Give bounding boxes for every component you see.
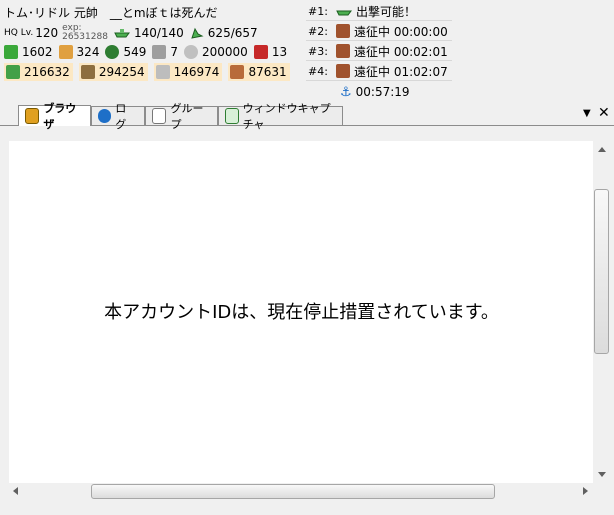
fuel-stat: 216632 — [4, 63, 73, 81]
tab-log[interactable]: ログ — [91, 102, 145, 131]
coin-value: 200000 — [202, 45, 248, 59]
screw-stat: 7 — [152, 45, 178, 59]
exp-value: 26531288 — [62, 32, 108, 42]
suspension-message: 本アカウントIDは、現在停止措置されています。 — [104, 302, 499, 323]
ship-count: 140/140 — [114, 26, 184, 40]
steel-icon — [155, 65, 170, 79]
info-icon — [98, 109, 112, 123]
vertical-scroll-thumb[interactable] — [594, 189, 609, 354]
steel-value: 146974 — [173, 65, 220, 79]
bauxite-value: 87631 — [248, 65, 287, 79]
fleet-number: #2: — [308, 24, 328, 38]
admiral-name: トム･リドル 元帥 — [4, 6, 98, 20]
fleet-number: #3: — [308, 44, 328, 58]
flame-value: 324 — [76, 45, 100, 59]
globe-stat: 549 — [105, 45, 146, 59]
ammo-stat: 294254 — [78, 63, 148, 81]
bucket-stat: 1602 — [4, 45, 53, 59]
ship-icon — [114, 29, 130, 38]
fleet-status-text: 遠征中 01:02:07 — [354, 64, 448, 79]
scroll-up-icon[interactable] — [598, 147, 606, 152]
coin-icon — [184, 45, 198, 59]
coin-stat: 200000 — [184, 45, 248, 59]
screw-icon — [152, 45, 167, 59]
hq-label: HQ Lv. — [4, 28, 34, 38]
equipment-count: 625/657 — [190, 26, 258, 40]
tab-menu-dropdown-icon[interactable]: ▼ — [583, 108, 591, 119]
hq-level: 120 — [35, 26, 59, 40]
fleet-number: #1: — [308, 4, 328, 18]
vertical-scrollbar[interactable] — [593, 141, 610, 485]
admiral-info: トム･リドル 元帥 __とmぼｔは死んだ — [4, 4, 218, 21]
flame-icon — [58, 45, 73, 59]
steel-stat: 146974 — [153, 63, 223, 81]
expedition-icon — [336, 44, 350, 58]
tab-window-capture-label: ウィンドウキャプチャ — [242, 102, 331, 131]
gift-icon — [253, 45, 268, 59]
document-icon — [152, 108, 167, 124]
fleet-status-4: #4: 遠征中 01:02:07 — [306, 62, 452, 81]
flame-stat: 324 — [58, 45, 100, 59]
tab-group-label: グループ — [170, 102, 204, 131]
expedition-icon — [336, 24, 350, 38]
screw-value: 7 — [170, 45, 178, 59]
fuel-value: 216632 — [24, 65, 70, 79]
equipment-count-value: 625/657 — [207, 26, 258, 40]
browser-panel[interactable]: 本アカウントIDは、現在停止措置されています。 — [9, 141, 594, 483]
scroll-left-icon[interactable] — [13, 487, 18, 495]
ammo-icon — [80, 65, 95, 79]
fleet-status-3: #3: 遠征中 00:02:01 — [306, 42, 452, 61]
bauxite-icon — [230, 65, 245, 79]
exp-block: exp: 26531288 — [62, 24, 108, 42]
tab-close-icon[interactable]: ✕ — [598, 105, 610, 121]
resources-row-2: 216632 294254 146974 87631 — [4, 63, 296, 81]
ship-count-value: 140/140 — [133, 26, 184, 40]
scroll-down-icon[interactable] — [598, 472, 606, 477]
tab-log-label: ログ — [115, 102, 127, 131]
bucket-value: 1602 — [22, 45, 53, 59]
horizontal-scrollbar[interactable] — [9, 483, 593, 500]
tab-browser[interactable]: ブラウザ — [18, 102, 91, 131]
tab-window-capture[interactable]: ウィンドウキャプチャ — [218, 102, 343, 131]
tab-group[interactable]: グループ — [145, 102, 218, 131]
gift-stat: 13 — [253, 45, 288, 59]
ammo-value: 294254 — [98, 65, 145, 79]
fleet-status-2: #2: 遠征中 00:00:00 — [306, 22, 452, 41]
expedition-icon — [336, 64, 350, 78]
browser-icon — [25, 108, 40, 124]
fleet-status-text: 遠征中 00:02:01 — [354, 44, 448, 59]
equipment-icon — [191, 27, 204, 39]
horizontal-scroll-thumb[interactable] — [91, 484, 495, 499]
fleet-number: #4: — [308, 64, 328, 78]
anchor-icon: ⚓ — [340, 84, 352, 100]
window-capture-icon — [225, 108, 239, 124]
bucket-icon — [4, 45, 18, 59]
ship-icon — [336, 10, 352, 16]
fleet-status-text: 出撃可能！ — [356, 4, 417, 19]
admiral-comment: __とmぼｔは死んだ — [109, 6, 218, 20]
hq-stats: HQ Lv. 120 exp: 26531288 140/140 625/657 — [4, 24, 264, 42]
globe-value: 549 — [123, 45, 147, 59]
resources-row-1: 1602 324 549 7 200000 13 — [4, 43, 293, 61]
anchor-timer: ⚓ 00:57:19 — [340, 83, 410, 101]
fleet-status-1: #1: 出撃可能！ — [306, 2, 452, 21]
tab-browser-label: ブラウザ — [43, 102, 77, 131]
globe-icon — [105, 45, 120, 59]
anchor-timer-value: 00:57:19 — [355, 85, 410, 99]
gift-value: 13 — [271, 45, 288, 59]
bauxite-stat: 87631 — [228, 63, 290, 81]
fleet-status-text: 遠征中 00:00:00 — [354, 24, 448, 39]
tab-bar: ブラウザ ログ グループ ウィンドウキャプチャ ▼ ✕ — [0, 102, 614, 131]
scroll-right-icon[interactable] — [583, 487, 588, 495]
fuel-icon — [6, 65, 20, 79]
